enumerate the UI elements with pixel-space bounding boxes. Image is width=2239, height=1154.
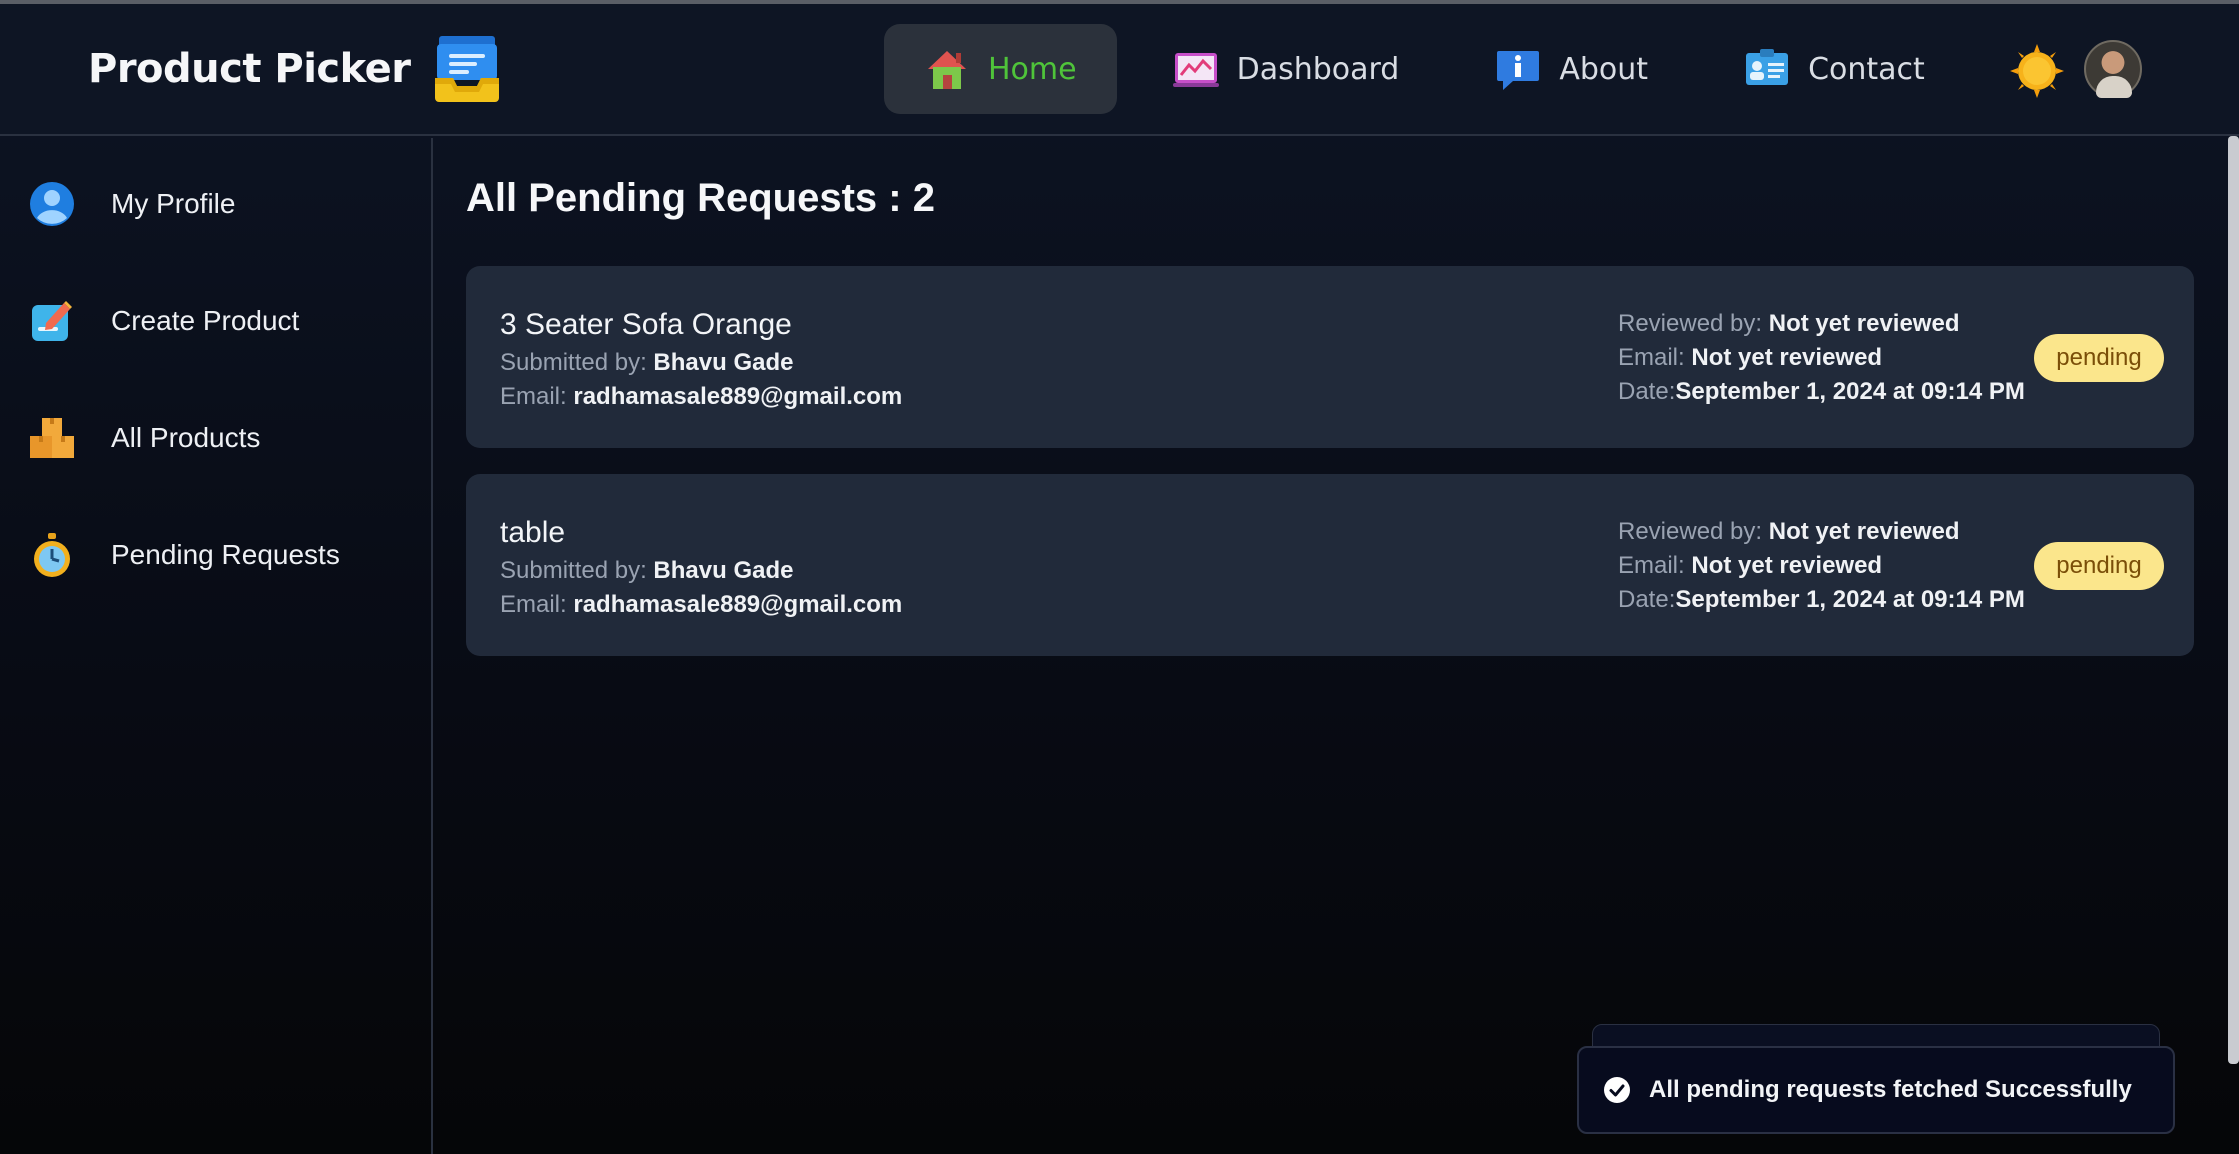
status-badge: pending <box>2034 334 2164 382</box>
nav-dashboard[interactable]: Dashboard <box>1133 24 1440 114</box>
chart-icon <box>1172 53 1219 87</box>
request-card[interactable]: 3 Seater Sofa Orange Submitted by: Bhavu… <box>466 266 2194 448</box>
top-navbar: Product Picker Home Dashboard About Cont… <box>0 4 2239 136</box>
submitted-by: Submitted by: Bhavu Gade <box>500 349 794 376</box>
submitter-email: Email: radhamasale889@gmail.com <box>500 383 903 410</box>
sidebar-item-label: All Products <box>111 422 261 453</box>
sidebar-item-pending-requests[interactable]: Pending Requests <box>28 525 340 585</box>
sidebar-item-all-products[interactable]: All Products <box>28 408 260 468</box>
nav-about[interactable]: About <box>1455 24 1688 114</box>
check-circle-icon <box>1604 1077 1630 1103</box>
brand[interactable]: Product Picker <box>88 34 501 104</box>
submitter-email: Email: radhamasale889@gmail.com <box>500 591 903 618</box>
nav-contact-label: Contact <box>1808 51 1925 87</box>
contact-card-icon <box>1746 49 1789 85</box>
status-badge: pending <box>2034 542 2164 590</box>
product-name: 3 Seater Sofa Orange <box>500 308 792 341</box>
success-toast[interactable]: All pending requests fetched Successfull… <box>1577 1046 2175 1134</box>
request-date: Date:September 1, 2024 at 09:14 PM <box>1618 586 2025 613</box>
toast-message: All pending requests fetched Successfull… <box>1649 1076 2132 1103</box>
info-icon <box>1497 51 1540 90</box>
house-icon <box>928 51 966 89</box>
reviewed-by: Reviewed by: Not yet reviewed <box>1618 310 1960 337</box>
sidebar: My Profile Create Product All Products P… <box>0 138 433 1154</box>
reviewed-by: Reviewed by: Not yet reviewed <box>1618 518 1960 545</box>
product-name: table <box>500 516 566 549</box>
sidebar-item-label: Create Product <box>111 305 300 336</box>
boxes-icon <box>30 418 74 458</box>
submitted-by: Submitted by: Bhavu Gade <box>500 557 794 584</box>
reviewer-email: Email: Not yet reviewed <box>1618 344 1883 371</box>
nav-dashboard-label: Dashboard <box>1236 51 1400 87</box>
nav-contact[interactable]: Contact <box>1704 24 1965 114</box>
sidebar-item-my-profile[interactable]: My Profile <box>28 174 235 234</box>
page-title: All Pending Requests : 2 <box>466 176 935 220</box>
user-avatar[interactable] <box>2084 40 2142 98</box>
sidebar-item-label: Pending Requests <box>111 539 340 570</box>
nav-home[interactable]: Home <box>884 24 1117 114</box>
scrollbar[interactable] <box>2228 136 2239 1064</box>
reviewer-email: Email: Not yet reviewed <box>1618 552 1883 579</box>
sun-icon[interactable] <box>2010 44 2064 98</box>
nav-home-label: Home <box>988 51 1077 87</box>
create-icon <box>32 301 72 341</box>
brand-title: Product Picker <box>88 46 411 92</box>
inbox-tray-icon <box>434 36 499 102</box>
nav-about-label: About <box>1559 51 1649 87</box>
sidebar-item-create-product[interactable]: Create Product <box>28 291 299 351</box>
sidebar-item-label: My Profile <box>111 188 236 219</box>
request-date: Date:September 1, 2024 at 09:14 PM <box>1618 378 2025 405</box>
stopwatch-icon <box>34 533 70 577</box>
request-card[interactable]: table Submitted by: Bhavu Gade Email: ra… <box>466 474 2194 656</box>
main-nav: Home Dashboard About Contact <box>884 24 1981 114</box>
profile-icon <box>30 182 74 226</box>
